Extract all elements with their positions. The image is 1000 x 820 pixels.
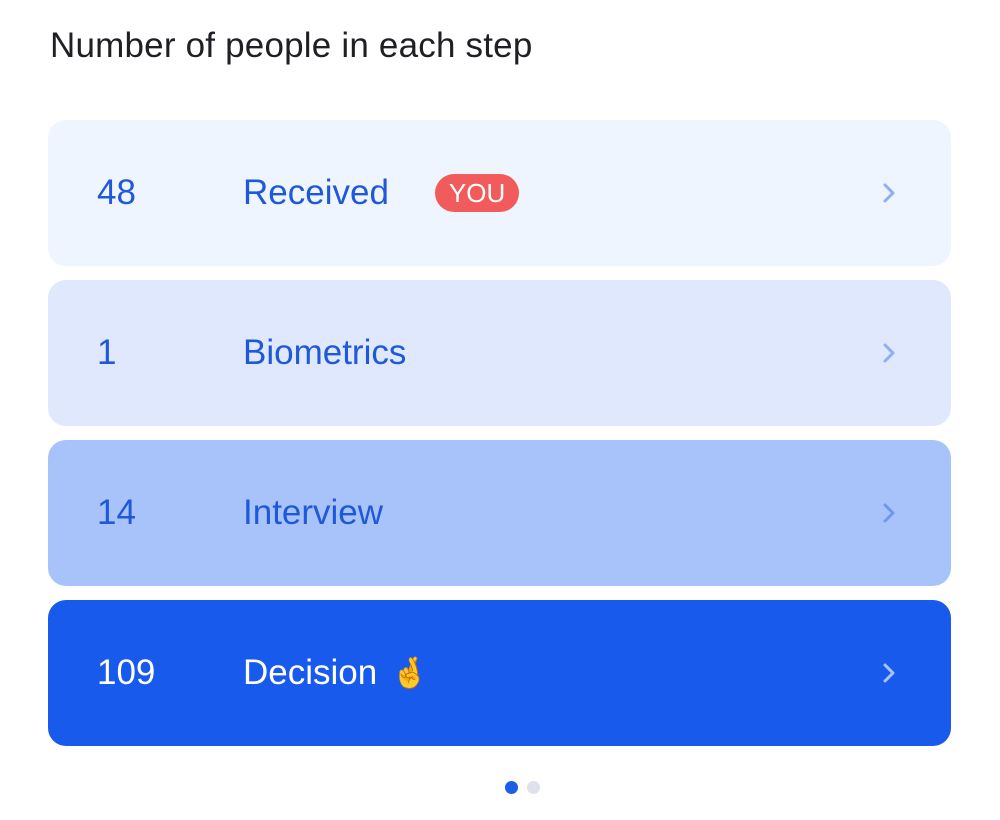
step-label: Received [243,173,389,212]
chevron-right-icon [883,183,895,203]
step-card-decision[interactable]: 109 Decision 🤞 [48,600,951,746]
pagination-dot-active[interactable] [505,781,518,794]
step-label-container: Biometrics [243,333,406,373]
pagination-dots [505,781,540,794]
step-label-container: Interview [243,493,383,533]
step-card-interview[interactable]: 14 Interview [48,440,951,586]
step-label: Interview [243,493,384,532]
step-count: 109 [97,653,156,692]
crossed-fingers-icon: 🤞 [391,656,429,690]
step-list: 48 Received YOU 1 Biometrics 14 Intervie… [48,120,951,760]
chevron-right-icon [883,343,895,363]
chevron-right-icon [883,503,895,523]
step-card-received[interactable]: 48 Received YOU [48,120,951,266]
step-label-container: Decision 🤞 [243,653,429,693]
step-count: 1 [97,333,117,372]
step-count: 14 [97,493,136,532]
step-count: 48 [97,173,136,212]
step-card-biometrics[interactable]: 1 Biometrics [48,280,951,426]
step-label: Biometrics [243,333,407,372]
you-badge: YOU [434,174,520,212]
chevron-right-icon [883,663,895,683]
step-label-container: Received YOU [243,173,520,213]
page-title: Number of people in each step [50,26,533,65]
pagination-dot[interactable] [527,781,540,794]
step-label: Decision [243,653,378,692]
